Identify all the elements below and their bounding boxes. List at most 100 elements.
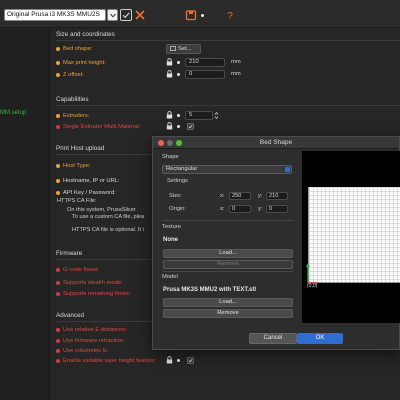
dialog-title: Bed Shape — [259, 139, 293, 146]
model-group-label: Model — [162, 274, 178, 280]
spinner-icon[interactable] — [214, 111, 219, 120]
shape-select[interactable]: Rectangular — [162, 165, 292, 174]
divider — [56, 105, 400, 106]
ca-info-text: HTTPS CA file is optional. It i — [72, 227, 144, 233]
shape-group-label: Shape — [162, 154, 179, 160]
fw-retraction-label: Use firmware retraction: — [63, 337, 125, 344]
model-remove-button[interactable]: Remove — [163, 309, 293, 318]
variable-layer-checkbox[interactable] — [187, 357, 194, 364]
printer-preset-select[interactable]: Original Prusa i3 MK3S MMU2S — [4, 9, 106, 21]
axes-icon — [306, 263, 317, 284]
single-extruder-label: Single Extruder Multi Material: — [63, 123, 141, 130]
variable-layer-label: Enable variable layer height feature: — [63, 357, 156, 364]
ok-button[interactable]: OK — [297, 333, 343, 344]
section-title-host: Print Host upload — [56, 145, 105, 152]
lock-icon[interactable] — [166, 70, 173, 78]
hostname-row: Hostname, IP or URL: — [56, 176, 120, 185]
dialog-titlebar: Bed Shape — [153, 137, 399, 149]
remaining-times-label: Supports remaining times: — [63, 290, 131, 297]
divider — [56, 40, 400, 41]
lock-icon[interactable] — [166, 356, 173, 364]
unit-label: mm — [231, 71, 241, 77]
axis-label: y: — [258, 206, 263, 212]
relative-e-row: Use relative E distances: — [56, 325, 127, 334]
section-title-capabilities: Capabilities — [56, 96, 89, 103]
model-value: Prusa MK3S MMU2 with TEXT.stl — [163, 287, 257, 293]
max-print-height-input[interactable]: 210 — [185, 58, 225, 67]
api-key-label: API Key / Password: — [63, 189, 116, 196]
status-dot-icon — [56, 163, 60, 168]
modified-dot-icon — [177, 114, 180, 117]
svg-text:?: ? — [227, 11, 233, 21]
status-dot-icon — [56, 113, 60, 118]
axis-label: y: — [258, 193, 263, 199]
z-offset-label: Z offset: — [63, 71, 84, 78]
check-icon — [188, 124, 193, 129]
status-dot-icon — [56, 46, 60, 51]
origin-x-input[interactable]: 0 — [229, 205, 251, 213]
settings-sidebar: MM setup — [0, 28, 50, 400]
fw-retraction-row: Use firmware retraction: — [56, 336, 125, 345]
status-dot-icon — [56, 267, 60, 272]
lock-icon[interactable] — [166, 111, 173, 119]
ca-file-label: HTTPS CA File: — [57, 198, 97, 204]
modified-dot-icon — [177, 73, 180, 76]
modified-dot-icon — [177, 359, 180, 362]
modified-dot-icon — [201, 14, 204, 17]
origin-label: Origin: — [169, 206, 187, 212]
origin-y-input[interactable]: 0 — [266, 205, 288, 213]
help-icon[interactable]: ? — [224, 9, 236, 21]
save-icon[interactable] — [185, 9, 197, 21]
axis-label: x: — [220, 206, 225, 212]
host-type-row: Host Type: — [56, 161, 91, 170]
texture-remove-button[interactable]: Remove — [163, 260, 293, 269]
status-dot-icon — [56, 124, 60, 129]
lock-icon[interactable] — [166, 58, 173, 66]
axis-label: x: — [220, 193, 225, 199]
bed-shape-row: Bed shape: — [56, 44, 92, 53]
extruders-row: Extruders: — [56, 111, 89, 120]
lock-icon[interactable] — [166, 122, 173, 130]
relative-e-label: Use relative E distances: — [63, 326, 127, 333]
ca-info-text: On this system, PrusaSlicer — [67, 207, 136, 213]
shape-select-value: Rectangular — [166, 166, 198, 172]
host-type-label: Host Type: — [63, 162, 91, 169]
modified-dot-icon — [177, 125, 180, 128]
gcode-flavor-label: G-code flavor: — [63, 266, 100, 273]
settings-icon — [170, 46, 176, 51]
check-icon — [188, 358, 193, 363]
bed-preview-canvas: (0,0) — [302, 151, 400, 323]
texture-value: None — [163, 237, 178, 243]
size-label: Size: — [169, 193, 182, 199]
extruders-input[interactable]: 5 — [185, 111, 213, 120]
status-dot-icon — [56, 338, 60, 343]
size-x-input[interactable]: 250 — [229, 192, 251, 200]
z-offset-input[interactable]: 0 — [185, 70, 225, 79]
status-dot-icon — [56, 280, 60, 285]
sidebar-item-mm-setup[interactable]: MM setup — [0, 110, 26, 116]
chevron-down-icon[interactable] — [107, 9, 118, 21]
divider — [162, 271, 294, 272]
texture-group-label: Texture — [162, 224, 182, 230]
texture-load-button[interactable]: Load... — [163, 249, 293, 258]
set-button-label: Set... — [178, 46, 192, 52]
single-extruder-checkbox[interactable] — [187, 123, 194, 130]
close-icon[interactable] — [134, 9, 146, 21]
volumetric-row: Use volumetric E: — [56, 346, 108, 355]
status-dot-icon — [56, 348, 60, 353]
top-toolbar: Original Prusa i3 MK3S MMU2S ? — [0, 0, 400, 28]
divider — [162, 220, 294, 221]
status-dot-icon — [56, 358, 60, 363]
bed-shape-set-button[interactable]: Set... — [166, 44, 201, 54]
size-y-input[interactable]: 210 — [266, 192, 288, 200]
stealth-mode-label: Supports stealth mode: — [63, 279, 123, 286]
origin-coordinate-label: (0,0) — [307, 283, 318, 289]
ca-info-text: To use a custom CA file, plea — [72, 214, 145, 220]
max-height-row: Max print height: — [56, 58, 106, 67]
cancel-button[interactable]: Cancel — [249, 333, 297, 344]
model-load-button[interactable]: Load... — [163, 298, 293, 307]
unit-label: mm — [231, 59, 241, 65]
bed-grid — [308, 187, 400, 283]
status-dot-icon — [56, 178, 60, 183]
check-icon[interactable] — [120, 9, 132, 21]
